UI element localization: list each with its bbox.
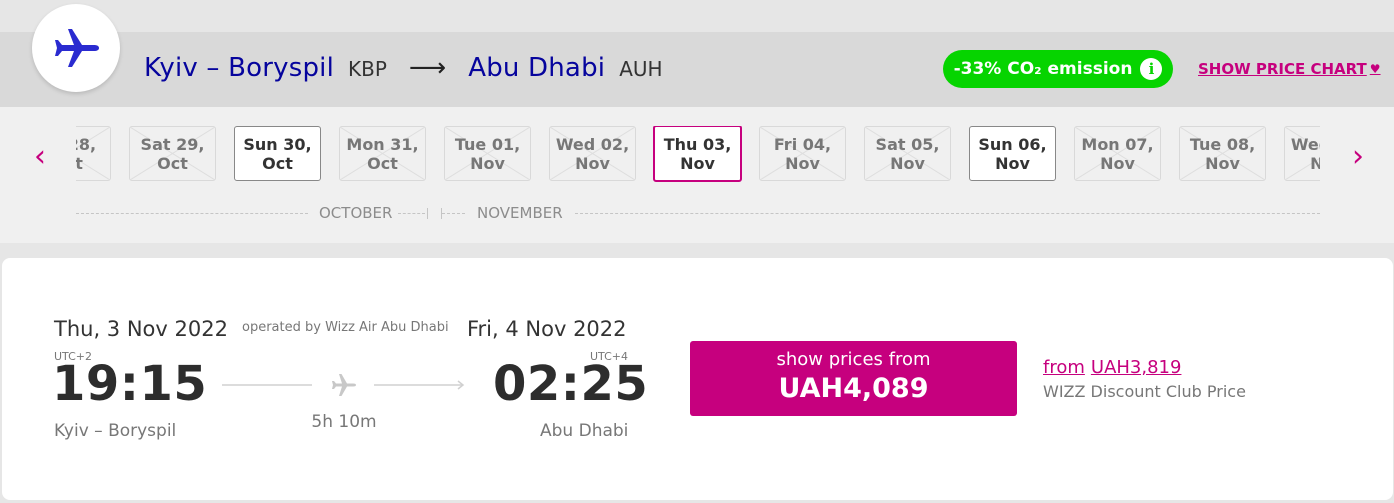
date-card[interactable]: Sat 05, Nov bbox=[864, 126, 951, 181]
co2-emission-badge[interactable]: -33% CO₂ emission i bbox=[943, 50, 1173, 88]
show-prices-label: show prices from bbox=[776, 349, 931, 370]
departure-date: Thu, 3 Nov 2022 bbox=[54, 317, 228, 341]
date-card[interactable]: Wed 02, Nov bbox=[549, 126, 636, 181]
date-card[interactable]: Wed 09,Nov bbox=[1284, 126, 1320, 181]
date-card-month: Nov bbox=[575, 153, 610, 173]
departure-time: 19:15 bbox=[52, 356, 208, 412]
date-card-month: Oct bbox=[262, 153, 293, 173]
next-dates-chevron-icon[interactable]: › bbox=[1346, 142, 1370, 172]
month-divider bbox=[398, 213, 425, 214]
date-card-day: Thu 03, bbox=[663, 134, 732, 154]
date-card-month: Nov bbox=[680, 153, 715, 173]
month-label-november: NOVEMBER bbox=[477, 204, 563, 222]
origin-city: Kyiv – Boryspil bbox=[144, 53, 335, 83]
plane-badge bbox=[32, 4, 120, 92]
date-card-month: Oct bbox=[52, 153, 83, 173]
date-card-day: Mon 07, bbox=[1081, 134, 1154, 154]
date-card-day: Mon 31, bbox=[346, 134, 419, 154]
date-card-month: Nov bbox=[890, 153, 925, 173]
show-price-chart-link[interactable]: SHOW PRICE CHART ♥ bbox=[1198, 60, 1381, 78]
departure-airport: Kyiv – Boryspil bbox=[54, 421, 177, 441]
airplane-icon bbox=[332, 374, 356, 396]
club-price-amount: UAH3,819 bbox=[1090, 357, 1182, 378]
date-card-month: Nov bbox=[1310, 154, 1320, 173]
airplane-icon bbox=[55, 29, 99, 67]
date-card-day: Fri 04, bbox=[773, 134, 832, 154]
show-price-chart-label: SHOW PRICE CHART bbox=[1198, 60, 1367, 78]
previous-dates-chevron-icon[interactable]: ‹ bbox=[28, 142, 52, 172]
flight-card: Thu, 3 Nov 2022 operated by Wizz Air Abu… bbox=[2, 258, 1393, 500]
month-separator bbox=[427, 208, 428, 219]
date-card-day: Sat 29, bbox=[140, 134, 205, 154]
date-card-day: Wed 09, bbox=[1290, 134, 1320, 154]
arrival-time: 02:25 bbox=[493, 356, 649, 412]
date-card[interactable]: Thu 03, Nov bbox=[653, 126, 742, 182]
flight-path bbox=[222, 374, 465, 396]
origin-code: KBP bbox=[348, 57, 387, 81]
date-card-day: Sun 30, bbox=[243, 134, 312, 154]
date-card-day: Wed 02, bbox=[555, 134, 630, 154]
date-card-month: Oct bbox=[367, 153, 398, 173]
date-card-month: Nov bbox=[470, 153, 505, 173]
destination-city: Abu Dhabi bbox=[468, 53, 606, 83]
show-prices-button[interactable]: show prices from UAH4,089 bbox=[690, 341, 1017, 416]
date-card[interactable]: Tue 08, Nov bbox=[1179, 126, 1266, 181]
price-amount: UAH4,089 bbox=[778, 373, 929, 404]
date-card-month: Nov bbox=[995, 153, 1030, 173]
operated-by: operated by Wizz Air Abu Dhabi bbox=[242, 320, 449, 335]
date-card[interactable]: Mon 07, Nov bbox=[1074, 126, 1161, 181]
date-card[interactable]: Mon 31, Oct bbox=[339, 126, 426, 181]
date-card[interactable]: Tue 01, Nov bbox=[444, 126, 531, 181]
date-card-day: Sat 05, bbox=[875, 134, 940, 154]
date-card[interactable]: Sun 06, Nov bbox=[969, 126, 1056, 181]
co2-emission-label: -33% CO₂ emission bbox=[953, 59, 1133, 79]
arrival-date: Fri, 4 Nov 2022 bbox=[467, 317, 627, 341]
date-card[interactable]: Sun 30, Oct bbox=[234, 126, 321, 181]
date-cards: Fri 28, Oct Sat 29, Oct Sun 30, Oct Mon 31, Oct… bbox=[52, 126, 1320, 182]
date-selector: ‹ › Fri 28, Oct Sat 29, Oct Sun 30, Oct Mon 31… bbox=[0, 107, 1394, 243]
month-divider bbox=[575, 213, 1320, 214]
date-card-day: Tue 08, bbox=[1189, 134, 1256, 154]
flight-duration: 5h 10m bbox=[311, 412, 377, 432]
month-divider bbox=[442, 213, 465, 214]
date-card-month: Nov bbox=[1205, 153, 1240, 173]
heart-icon: ♥ bbox=[1369, 62, 1381, 76]
month-timeline: OCTOBER NOVEMBER bbox=[76, 204, 1320, 224]
date-card-day: Tue 01, bbox=[454, 134, 521, 154]
date-card-month: Oct bbox=[157, 153, 188, 173]
date-card-day: Sun 06, bbox=[978, 134, 1047, 154]
month-label-october: OCTOBER bbox=[319, 204, 393, 222]
date-card[interactable]: Fri 04, Nov bbox=[759, 126, 846, 181]
destination-code: AUH bbox=[619, 57, 663, 81]
date-card-month: Nov bbox=[785, 153, 820, 173]
date-card-month: Nov bbox=[1100, 153, 1135, 173]
discount-club-label: WIZZ Discount Club Price bbox=[1043, 382, 1246, 401]
arrival-airport: Abu Dhabi bbox=[540, 421, 629, 441]
club-from-label: from bbox=[1043, 357, 1085, 378]
date-card[interactable]: Sat 29, Oct bbox=[129, 126, 216, 181]
route-summary: Kyiv – Boryspil KBP ⟶ Abu Dhabi AUH bbox=[144, 53, 663, 85]
info-icon[interactable]: i bbox=[1140, 58, 1163, 80]
month-divider bbox=[76, 213, 308, 214]
route-arrow-icon: ⟶ bbox=[408, 53, 447, 83]
discount-club-price-link[interactable]: from UAH3,819 bbox=[1043, 357, 1181, 378]
